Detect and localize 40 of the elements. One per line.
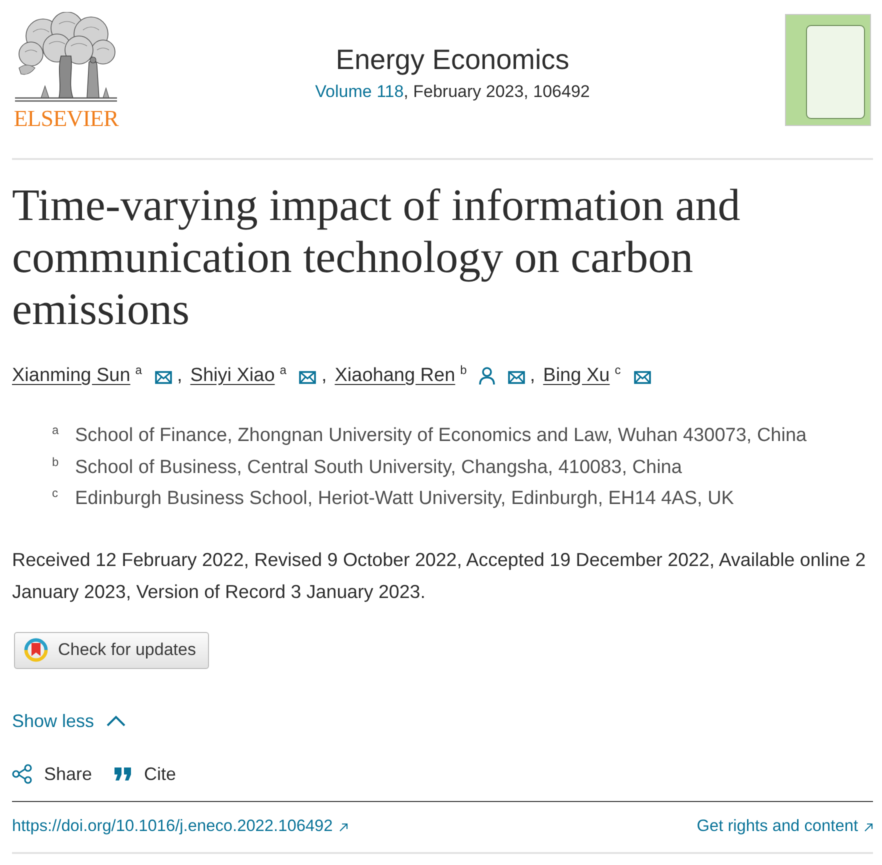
author-link[interactable]: Xianming Sun <box>12 362 130 390</box>
author-link[interactable]: Shiyi Xiao <box>190 362 275 390</box>
affiliation-label: b <box>52 454 60 470</box>
rights-link[interactable]: Get rights and content <box>696 814 873 838</box>
email-icon[interactable] <box>154 371 172 384</box>
article-title: Time-varying impact of information and communication technology on carbon emissions <box>12 179 742 335</box>
article-history: Received 12 February 2022, Revised 9 October 2022, Accepted 19 December 2022, Available online 2 January 2023, Version of Record 3 January 2023. <box>12 548 867 604</box>
external-link-icon <box>338 822 348 832</box>
bookmark-ring-icon <box>23 637 49 663</box>
author-separator: , <box>530 364 536 388</box>
author-link[interactable]: Xiaohang Ren <box>334 362 456 390</box>
check-for-updates-button[interactable]: Check for updates <box>14 632 209 668</box>
affiliation-mark: b <box>460 362 467 377</box>
affiliation-mark: c <box>614 362 621 377</box>
volume-link[interactable]: Volume 118 <box>315 82 404 101</box>
author-link[interactable]: Bing Xu <box>543 362 610 390</box>
quote-icon <box>114 766 132 780</box>
affiliation-text: School of Finance, Zhongnan University of Economics and Law, Wuhan 430073, China <box>75 424 807 448</box>
author-separator: , <box>176 364 182 388</box>
author-separator: , <box>321 364 327 388</box>
affiliation-text: Edinburgh Business School, Heriot-Watt University, Edinburgh, EH14 4AS, UK <box>75 487 734 511</box>
external-link-icon <box>864 822 873 832</box>
share-icon <box>12 764 32 784</box>
cite-button[interactable]: Cite <box>114 760 176 788</box>
affiliation-text: School of Business, Central South University, Changsha, 410083, China <box>75 456 682 480</box>
doi-link[interactable]: https://doi.org/10.1016/j.eneco.2022.106492 <box>12 814 348 838</box>
show-less-button[interactable]: Show less <box>12 706 126 734</box>
publisher-logo-text: ELSEVIER <box>14 106 118 132</box>
person-icon[interactable] <box>478 367 495 385</box>
journal-cover-image[interactable] <box>785 14 871 126</box>
affiliation-label: c <box>52 485 59 502</box>
affiliation-mark: a <box>280 362 286 377</box>
email-icon[interactable] <box>299 371 316 384</box>
email-icon[interactable] <box>508 371 525 384</box>
affiliation-mark: a <box>135 362 142 377</box>
affiliation-label: a <box>52 422 60 439</box>
journal-title-link[interactable]: Energy Economics <box>336 42 570 78</box>
issue-details: , February 2023, 106492 <box>404 82 590 101</box>
email-icon[interactable] <box>634 371 651 384</box>
share-button[interactable]: Share <box>12 760 92 788</box>
